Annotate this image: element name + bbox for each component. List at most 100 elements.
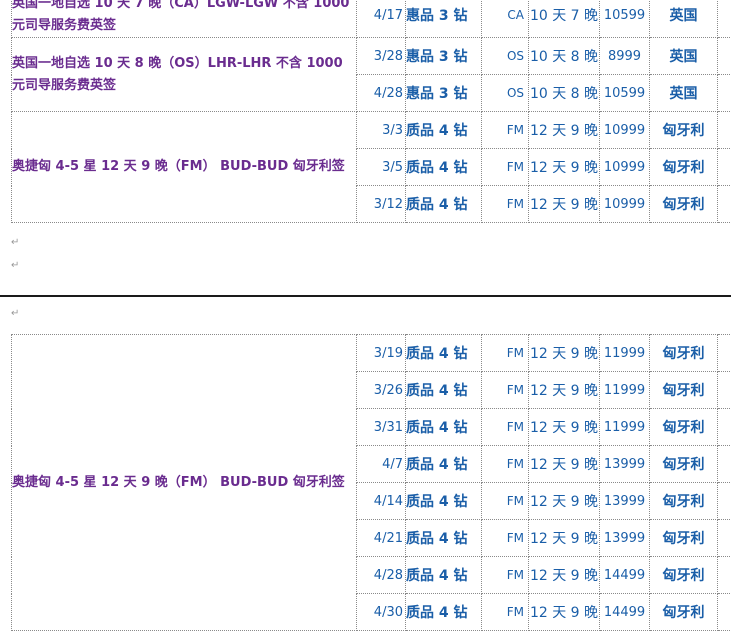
grade-cell: 惠品 3 钻 bbox=[405, 37, 482, 75]
empty-cell bbox=[717, 445, 731, 483]
duration-cell: 12 天 9 晚 bbox=[528, 593, 600, 631]
departure-date-cell: 3/5 bbox=[356, 148, 406, 186]
visa-country-cell: 匈牙利 bbox=[649, 556, 718, 594]
grade-cell: 质品 4 钻 bbox=[405, 519, 482, 557]
tour-table-1: 英国一地自选 10 天 7 晚（CA）LGW-LGW 不含 1000 元司导服务… bbox=[11, 0, 731, 223]
duration-cell: 12 天 9 晚 bbox=[528, 445, 600, 483]
departure-date-cell: 4/21 bbox=[356, 519, 406, 557]
empty-cell bbox=[717, 0, 731, 38]
table-row: 英国一地自选 10 天 7 晚（CA）LGW-LGW 不含 1000 元司导服务… bbox=[11, 0, 731, 38]
empty-cell bbox=[717, 482, 731, 520]
departure-date-cell: 3/19 bbox=[356, 334, 406, 372]
airline-code-cell: FM bbox=[481, 148, 529, 186]
visa-country-cell: 匈牙利 bbox=[649, 334, 718, 372]
duration-cell: 12 天 9 晚 bbox=[528, 371, 600, 409]
grade-cell: 质品 4 钻 bbox=[405, 408, 482, 446]
price-cell: 14499 bbox=[599, 556, 650, 594]
duration-cell: 12 天 9 晚 bbox=[528, 519, 600, 557]
empty-cell bbox=[717, 408, 731, 446]
grade-cell: 质品 4 钻 bbox=[405, 482, 482, 520]
duration-cell: 12 天 9 晚 bbox=[528, 334, 600, 372]
visa-country-cell: 英国 bbox=[649, 74, 718, 112]
visa-country-cell: 英国 bbox=[649, 0, 718, 38]
grade-cell: 质品 4 钻 bbox=[405, 334, 482, 372]
departure-date-cell: 3/26 bbox=[356, 371, 406, 409]
departure-date-cell: 3/12 bbox=[356, 185, 406, 223]
airline-code-cell: FM bbox=[481, 111, 529, 149]
paragraph-mark: ↵ bbox=[11, 260, 20, 271]
price-cell: 13999 bbox=[599, 445, 650, 483]
departure-date-cell: 4/28 bbox=[356, 74, 406, 112]
airline-code-cell: FM bbox=[481, 408, 529, 446]
tour-name-cell: 奥捷匈 4-5 星 12 天 9 晚（FM） BUD-BUD 匈牙利签 bbox=[11, 111, 357, 223]
departure-date-cell: 4/28 bbox=[356, 556, 406, 594]
departure-date-cell: 4/7 bbox=[356, 445, 406, 483]
empty-cell bbox=[717, 74, 731, 112]
airline-code-cell: FM bbox=[481, 185, 529, 223]
tour-name-cell: 奥捷匈 4-5 星 12 天 9 晚（FM） BUD-BUD 匈牙利签 bbox=[11, 334, 357, 631]
duration-cell: 10 天 8 晚 bbox=[528, 37, 600, 75]
visa-country-cell: 匈牙利 bbox=[649, 445, 718, 483]
price-cell: 10999 bbox=[599, 148, 650, 186]
empty-cell bbox=[717, 593, 731, 631]
grade-cell: 质品 4 钻 bbox=[405, 556, 482, 594]
airline-code-cell: FM bbox=[481, 593, 529, 631]
duration-cell: 10 天 7 晚 bbox=[528, 0, 600, 38]
airline-code-cell: FM bbox=[481, 519, 529, 557]
paragraph-mark: ↵ bbox=[11, 237, 20, 248]
grade-cell: 惠品 3 钻 bbox=[405, 0, 482, 38]
departure-date-cell: 3/31 bbox=[356, 408, 406, 446]
grade-cell: 质品 4 钻 bbox=[405, 111, 482, 149]
price-cell: 10999 bbox=[599, 185, 650, 223]
departure-date-cell: 4/14 bbox=[356, 482, 406, 520]
duration-cell: 12 天 9 晚 bbox=[528, 111, 600, 149]
airline-code-cell: CA bbox=[481, 0, 529, 38]
departure-date-cell: 3/28 bbox=[356, 37, 406, 75]
empty-cell bbox=[717, 334, 731, 372]
duration-cell: 12 天 9 晚 bbox=[528, 185, 600, 223]
price-cell: 13999 bbox=[599, 482, 650, 520]
price-cell: 11999 bbox=[599, 371, 650, 409]
tour-name-cell: 英国一地自选 10 天 8 晚（OS）LHR-LHR 不含 1000 元司导服务… bbox=[11, 37, 357, 112]
duration-cell: 12 天 9 晚 bbox=[528, 482, 600, 520]
duration-cell: 12 天 9 晚 bbox=[528, 556, 600, 594]
page-break-line bbox=[0, 295, 731, 297]
empty-cell bbox=[717, 37, 731, 75]
visa-country-cell: 匈牙利 bbox=[649, 593, 718, 631]
price-cell: 13999 bbox=[599, 519, 650, 557]
empty-cell bbox=[717, 371, 731, 409]
empty-cell bbox=[717, 519, 731, 557]
visa-country-cell: 英国 bbox=[649, 37, 718, 75]
empty-cell bbox=[717, 185, 731, 223]
price-cell: 10599 bbox=[599, 74, 650, 112]
departure-date-cell: 3/3 bbox=[356, 111, 406, 149]
empty-cell bbox=[717, 556, 731, 594]
visa-country-cell: 匈牙利 bbox=[649, 185, 718, 223]
duration-cell: 12 天 9 晚 bbox=[528, 148, 600, 186]
departure-date-cell: 4/30 bbox=[356, 593, 406, 631]
airline-code-cell: FM bbox=[481, 334, 529, 372]
grade-cell: 质品 4 钻 bbox=[405, 445, 482, 483]
visa-country-cell: 匈牙利 bbox=[649, 408, 718, 446]
price-cell: 11999 bbox=[599, 334, 650, 372]
tour-table-2: 奥捷匈 4-5 星 12 天 9 晚（FM） BUD-BUD 匈牙利签 3/19 质… bbox=[11, 334, 731, 631]
grade-cell: 惠品 3 钻 bbox=[405, 74, 482, 112]
visa-country-cell: 匈牙利 bbox=[649, 482, 718, 520]
grade-cell: 质品 4 钻 bbox=[405, 148, 482, 186]
tour-name-cell: 英国一地自选 10 天 7 晚（CA）LGW-LGW 不含 1000 元司导服务… bbox=[11, 0, 357, 38]
price-cell: 8999 bbox=[599, 37, 650, 75]
airline-code-cell: FM bbox=[481, 556, 529, 594]
duration-cell: 12 天 9 晚 bbox=[528, 408, 600, 446]
visa-country-cell: 匈牙利 bbox=[649, 148, 718, 186]
visa-country-cell: 匈牙利 bbox=[649, 519, 718, 557]
empty-cell bbox=[717, 111, 731, 149]
table-row: 奥捷匈 4-5 星 12 天 9 晚（FM） BUD-BUD 匈牙利签 3/3 质品… bbox=[11, 111, 731, 223]
airline-code-cell: FM bbox=[481, 482, 529, 520]
departure-date-cell: 4/17 bbox=[356, 0, 406, 38]
visa-country-cell: 匈牙利 bbox=[649, 111, 718, 149]
airline-code-cell: FM bbox=[481, 371, 529, 409]
airline-code-cell: OS bbox=[481, 37, 529, 75]
table-row: 奥捷匈 4-5 星 12 天 9 晚（FM） BUD-BUD 匈牙利签 3/19 质… bbox=[11, 334, 731, 631]
price-cell: 11999 bbox=[599, 408, 650, 446]
price-cell: 14499 bbox=[599, 593, 650, 631]
